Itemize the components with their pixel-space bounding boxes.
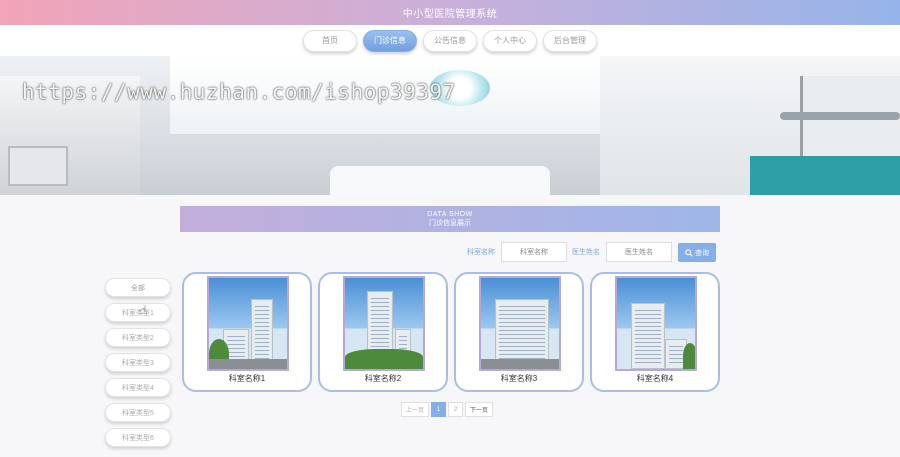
dept-photo — [343, 276, 425, 371]
nav-home[interactable]: 首页 — [303, 29, 357, 52]
category-item[interactable]: 科室类型2 — [105, 328, 171, 347]
dept-photo — [615, 276, 697, 371]
dept-search-input[interactable]: 科室名称 — [501, 242, 567, 262]
doctor-label: 医生姓名 — [572, 249, 600, 256]
banner-shelf — [8, 146, 68, 186]
category-item[interactable]: 科室类型6 — [105, 428, 171, 447]
main-nav: 首页 门诊信息 公告信息 个人中心 后台管理 — [0, 25, 900, 56]
category-item[interactable]: 科室类型3 — [105, 353, 171, 372]
photo-road — [481, 359, 559, 369]
banner-teal-equipment — [750, 156, 900, 195]
dept-card[interactable]: 科室名称3 — [454, 272, 584, 392]
nav-announcements[interactable]: 公告信息 — [423, 29, 477, 52]
dept-photo — [207, 276, 289, 371]
search-icon — [685, 248, 693, 257]
dept-photo — [479, 276, 561, 371]
nav-personal-center[interactable]: 个人中心 — [483, 29, 537, 52]
search-button[interactable]: 查询 — [678, 243, 716, 262]
dept-card-name: 科室名称3 — [500, 374, 538, 383]
category-all[interactable]: 全部 — [105, 278, 171, 297]
category-item[interactable]: 科室类型4 — [105, 378, 171, 397]
doctor-search-group: 医生姓名 医生姓名 — [572, 242, 672, 262]
next-page-button[interactable]: 下一页 — [465, 402, 494, 417]
section-header: DATA SHOW 门诊信息展示 — [180, 206, 720, 232]
doctor-search-input[interactable]: 医生姓名 — [606, 242, 672, 262]
page-2-button[interactable]: 2 — [448, 402, 464, 417]
prev-page-button[interactable]: 上一页 — [401, 402, 430, 417]
pagination: 上一页 1 2 下一页 — [401, 402, 494, 417]
dept-card[interactable]: 科室名称1 — [182, 272, 312, 392]
search-button-label: 查询 — [695, 249, 709, 257]
dept-label: 科室名称 — [467, 249, 495, 256]
photo-tree — [683, 343, 695, 369]
photo-building — [631, 303, 665, 369]
site-title: 中小型医院管理系统 — [402, 9, 498, 20]
page-1-button[interactable]: 1 — [431, 402, 447, 417]
hero-banner: https://www.huzhan.com/ishop39397 — [0, 56, 900, 195]
photo-road — [209, 359, 287, 369]
nav-admin[interactable]: 后台管理 — [543, 29, 597, 52]
nav-clinic-info[interactable]: 门诊信息 — [363, 29, 417, 52]
photo-trees — [345, 349, 423, 369]
category-item[interactable]: 科室类型5 — [105, 403, 171, 422]
category-item[interactable]: 科室类型1 — [105, 303, 171, 322]
dept-card-name: 科室名称2 — [364, 374, 402, 383]
banner-watermark: https://www.huzhan.com/ishop39397 — [22, 80, 456, 104]
dept-card-name: 科室名称1 — [228, 374, 266, 383]
section-title-en: DATA SHOW — [427, 210, 473, 218]
dept-card-name: 科室名称4 — [636, 374, 674, 383]
dept-card[interactable]: 科室名称2 — [318, 272, 448, 392]
banner-tube — [780, 112, 900, 120]
banner-bed — [330, 166, 550, 195]
dept-card[interactable]: 科室名称4 — [590, 272, 720, 392]
hand-pointer-icon: ☝ — [140, 303, 148, 317]
dept-card-grid: 科室名称1 科室名称2 科室名称3 科室名称4 — [182, 272, 720, 392]
category-sidebar: 全部 科室类型1 科室类型2 科室类型3 科室类型4 科室类型5 科室类型6 — [105, 278, 171, 453]
top-header-bar: 中小型医院管理系统 — [0, 0, 900, 25]
section-title-cn: 门诊信息展示 — [429, 219, 471, 227]
dept-search-group: 科室名称 科室名称 — [467, 242, 567, 262]
